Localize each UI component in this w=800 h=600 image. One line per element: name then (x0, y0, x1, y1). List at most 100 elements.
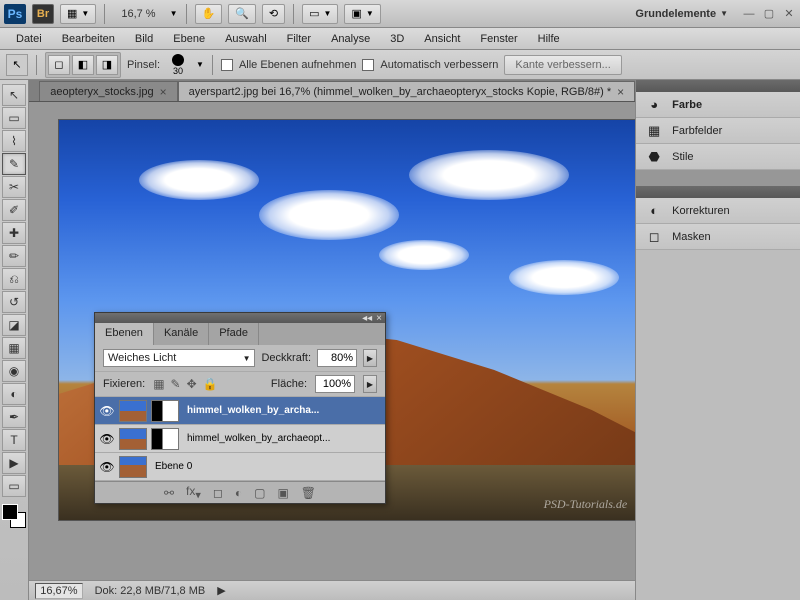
status-doc-size[interactable]: Dok: 22,8 MB/71,8 MB (95, 585, 206, 597)
menu-analyse[interactable]: Analyse (321, 30, 380, 48)
layer-effects-icon[interactable]: fx▾ (186, 484, 201, 501)
tab-2-close-icon[interactable]: × (617, 85, 624, 99)
lock-position-icon[interactable]: ✥ (187, 377, 197, 391)
shape-tool[interactable]: ▭ (2, 475, 26, 497)
screen-mode-button[interactable]: ▣ ▼ (344, 4, 380, 24)
lock-pixels-icon[interactable]: ✎ (171, 377, 181, 391)
document-tab-2[interactable]: ayerspart2.jpg bei 16,7% (himmel_wolken_… (178, 81, 636, 101)
link-layers-icon[interactable]: ⚯ (164, 486, 174, 500)
layer-row-3[interactable]: 👁 Ebene 0 (95, 453, 385, 481)
panel-farbe[interactable]: ◕ Farbe (636, 92, 800, 118)
arrange-documents-button[interactable]: ▭ ▼ (302, 4, 338, 24)
fill-input[interactable] (315, 375, 355, 393)
marquee-tool[interactable]: ▭ (2, 107, 26, 129)
layer-visibility-icon[interactable]: 👁 (99, 432, 115, 446)
lock-transparency-icon[interactable]: ▦ (153, 377, 164, 391)
layer-mask-thumbnail[interactable] (151, 400, 179, 422)
lasso-tool[interactable]: ⌇ (2, 130, 26, 152)
panel-masken[interactable]: ◻ Masken (636, 224, 800, 250)
menu-bearbeiten[interactable]: Bearbeiten (52, 30, 125, 48)
adjustment-layer-icon[interactable]: ◐ (235, 486, 242, 500)
zoom-tool-button[interactable]: 🔍 (228, 4, 256, 24)
close-button[interactable]: ✕ (782, 7, 796, 21)
opacity-input[interactable] (317, 349, 357, 367)
brush-picker[interactable]: 30 (166, 54, 190, 76)
history-brush-tool[interactable]: ↺ (2, 291, 26, 313)
pen-tool[interactable]: ✒ (2, 406, 26, 428)
tab-1-close-icon[interactable]: × (160, 85, 167, 99)
layer-row-2[interactable]: 👁 himmel_wolken_by_archaeopt... (95, 425, 385, 453)
menu-datei[interactable]: Datei (6, 30, 52, 48)
menu-hilfe[interactable]: Hilfe (528, 30, 570, 48)
status-arrow-icon[interactable]: ▶ (217, 584, 225, 597)
layer-row-1[interactable]: 👁 himmel_wolken_by_archa... (95, 397, 385, 425)
document-tab-1[interactable]: aeopteryx_stocks.jpg × (39, 81, 177, 101)
move-tool[interactable]: ↖ (2, 84, 26, 106)
layer-name[interactable]: himmel_wolken_by_archa... (183, 405, 381, 416)
layer-thumbnail[interactable] (119, 428, 147, 450)
layer-thumbnail[interactable] (119, 400, 147, 422)
clone-stamp-tool[interactable]: ⎌ (2, 268, 26, 290)
color-swatches[interactable] (2, 504, 26, 528)
view-extras-button[interactable]: ▦ ▼ (60, 4, 96, 24)
auto-enhance-checkbox[interactable] (362, 59, 374, 71)
new-layer-icon[interactable]: ▣ (277, 486, 288, 500)
path-selection-tool[interactable]: ▶ (2, 452, 26, 474)
hand-tool-button[interactable]: ✋ (195, 4, 223, 24)
zoom-display[interactable]: 16,7 % (113, 8, 163, 20)
add-mask-icon[interactable]: ◻ (213, 486, 223, 500)
layer-visibility-icon[interactable]: 👁 (99, 404, 115, 418)
brush-dropdown[interactable]: ▼ (196, 60, 204, 69)
layer-visibility-icon[interactable]: 👁 (99, 460, 115, 474)
type-tool[interactable]: T (2, 429, 26, 451)
maximize-button[interactable]: ▢ (762, 7, 776, 21)
subtract-selection-button[interactable]: ◨ (96, 55, 118, 75)
layer-thumbnail[interactable] (119, 456, 147, 478)
fill-slider-toggle[interactable]: ▶ (363, 375, 377, 393)
status-zoom[interactable]: 16,67% (35, 583, 82, 599)
blend-mode-select[interactable]: Weiches Licht▼ (103, 349, 255, 367)
panel-collapse-icon[interactable]: ◂◂ (362, 314, 372, 323)
refine-edge-button[interactable]: Kante verbessern... (504, 55, 621, 75)
all-layers-checkbox[interactable] (221, 59, 233, 71)
panel-stile[interactable]: ⬣ Stile (636, 144, 800, 170)
layer-name[interactable]: Ebene 0 (151, 461, 381, 472)
blur-tool[interactable]: ◉ (2, 360, 26, 382)
opacity-slider-toggle[interactable]: ▶ (363, 349, 377, 367)
layer-name[interactable]: himmel_wolken_by_archaeopt... (183, 433, 381, 444)
eyedropper-tool[interactable]: ✐ (2, 199, 26, 221)
menu-bild[interactable]: Bild (125, 30, 163, 48)
menu-filter[interactable]: Filter (277, 30, 321, 48)
panel-farbfelder[interactable]: ▦ Farbfelder (636, 118, 800, 144)
layer-group-icon[interactable]: ▢ (254, 486, 265, 500)
menu-ansicht[interactable]: Ansicht (414, 30, 470, 48)
tab-kanaele[interactable]: Kanäle (154, 323, 209, 345)
workspace-switcher[interactable]: Grundelemente ▼ (627, 8, 736, 20)
layers-panel[interactable]: ◂◂ × Ebenen Kanäle Pfade Weiches Licht▼ … (94, 312, 386, 504)
bridge-icon[interactable]: Br (32, 4, 54, 24)
quick-selection-tool[interactable]: ✎ (2, 153, 26, 175)
dodge-tool[interactable]: ◐ (2, 383, 26, 405)
panel-close-icon[interactable]: × (376, 314, 382, 323)
rotate-view-button[interactable]: ⟲ (262, 4, 285, 24)
lock-all-icon[interactable]: 🔒 (203, 377, 218, 391)
gradient-tool[interactable]: ▦ (2, 337, 26, 359)
layers-panel-titlebar[interactable]: ◂◂ × (95, 313, 385, 323)
healing-brush-tool[interactable]: ✚ (2, 222, 26, 244)
layer-mask-thumbnail[interactable] (151, 428, 179, 450)
brush-tool[interactable]: ✏ (2, 245, 26, 267)
eraser-tool[interactable]: ◪ (2, 314, 26, 336)
tool-preset-picker[interactable]: ↖ (6, 54, 28, 76)
crop-tool[interactable]: ✂ (2, 176, 26, 198)
tab-pfade[interactable]: Pfade (209, 323, 259, 345)
menu-fenster[interactable]: Fenster (470, 30, 527, 48)
menu-ebene[interactable]: Ebene (163, 30, 215, 48)
menu-auswahl[interactable]: Auswahl (215, 30, 277, 48)
new-selection-button[interactable]: ◻ (48, 55, 70, 75)
add-selection-button[interactable]: ◧ (72, 55, 94, 75)
panel-korrekturen[interactable]: ◐ Korrekturen (636, 198, 800, 224)
tab-ebenen[interactable]: Ebenen (95, 323, 154, 345)
delete-layer-icon[interactable]: 🗑 (301, 486, 316, 500)
menu-3d[interactable]: 3D (380, 30, 414, 48)
minimize-button[interactable]: — (742, 7, 756, 21)
